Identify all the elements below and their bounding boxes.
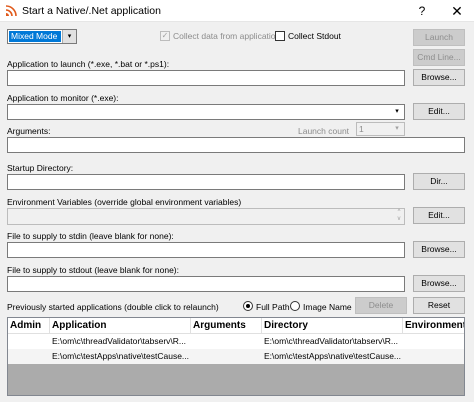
browse-app-button[interactable]: Browse...	[413, 69, 465, 86]
launch-count-combo[interactable]: 1 ▾	[356, 122, 405, 136]
collect-data-label: Collect data from application	[173, 31, 281, 41]
history-table[interactable]: Admin Application Arguments Directory En…	[7, 317, 465, 396]
collect-stdout-checkbox[interactable]	[275, 31, 285, 41]
startup-directory-label: Startup Directory:	[7, 163, 74, 173]
cmd-line-button[interactable]: Cmd Line...	[413, 49, 465, 66]
title-bar[interactable]: Start a Native/.Net application ? ✕	[0, 0, 474, 22]
dir-button[interactable]: Dir...	[413, 173, 465, 190]
collect-stdout-label: Collect Stdout	[288, 31, 341, 41]
close-button[interactable]: ✕	[445, 2, 469, 20]
history-label: Previously started applications (double …	[7, 302, 219, 312]
cell-application: E:\om\c\threadValidator\tabserv\R...	[52, 336, 187, 346]
cell-directory: E:\om\c\threadValidator\tabserv\R...	[264, 336, 399, 346]
launch-count-label: Launch count	[298, 126, 350, 136]
mode-select-value: Mixed Mode	[9, 31, 61, 42]
collect-data-checkbox[interactable]: ✓	[160, 31, 170, 41]
column-header-application[interactable]: Application	[50, 318, 191, 334]
app-icon	[5, 4, 18, 17]
launch-count-value: 1	[359, 124, 364, 134]
environment-variables-label: Environment Variables (override global e…	[7, 197, 242, 207]
edit-environment-button[interactable]: Edit...	[413, 207, 465, 224]
cell-directory: E:\om\c\testApps\native\testCause...	[264, 351, 402, 361]
app-to-monitor-label: Application to monitor (*.exe):	[7, 93, 119, 103]
table-row[interactable]: E:\om\c\testApps\native\testCause... E:\…	[8, 349, 464, 364]
chevron-down-icon[interactable]: ▾	[62, 30, 76, 43]
column-header-directory[interactable]: Directory	[262, 318, 403, 334]
column-header-arguments[interactable]: Arguments	[191, 318, 262, 334]
app-to-monitor-combo[interactable]: ▾	[7, 104, 405, 120]
stdout-label: File to supply to stdout (leave blank fo…	[7, 265, 179, 275]
cell-arguments	[191, 349, 262, 364]
stdout-input[interactable]	[7, 276, 405, 292]
app-to-launch-label: Application to launch (*.exe, *.bat or *…	[7, 59, 170, 69]
cell-arguments	[191, 334, 262, 349]
table-header: Admin Application Arguments Directory En…	[8, 318, 464, 334]
cell-admin	[8, 349, 50, 364]
image-name-label: Image Name	[303, 302, 352, 312]
radio-selected-dot	[246, 304, 250, 308]
chevron-down-icon[interactable]: ▾	[390, 123, 404, 135]
table-row[interactable]: E:\om\c\threadValidator\tabserv\R... E:\…	[8, 334, 464, 349]
cell-admin	[8, 334, 50, 349]
startup-directory-input[interactable]	[7, 174, 405, 190]
reset-button[interactable]: Reset	[413, 297, 465, 314]
column-header-environment[interactable]: Environment	[403, 318, 464, 334]
launch-button[interactable]: Launch	[413, 29, 465, 46]
image-name-radio[interactable]	[290, 301, 300, 311]
scroll-down-icon[interactable]: v	[395, 216, 403, 222]
browse-stdin-button[interactable]: Browse...	[413, 241, 465, 258]
window-title: Start a Native/.Net application	[22, 5, 161, 17]
delete-button[interactable]: Delete	[355, 297, 407, 314]
arguments-label: Arguments:	[7, 126, 51, 136]
browse-stdout-button[interactable]: Browse...	[413, 275, 465, 292]
scroll-up-icon[interactable]: ^	[395, 209, 403, 215]
full-path-radio[interactable]	[243, 301, 253, 311]
stdin-label: File to supply to stdin (leave blank for…	[7, 231, 174, 241]
cell-application: E:\om\c\testApps\native\testCause...	[52, 351, 190, 361]
stdin-input[interactable]	[7, 242, 405, 258]
cell-environment	[403, 334, 464, 349]
edit-monitor-button[interactable]: Edit...	[413, 103, 465, 120]
cell-environment	[403, 349, 464, 364]
arguments-input[interactable]	[7, 137, 465, 153]
chevron-down-icon[interactable]: ▾	[390, 105, 404, 119]
full-path-label: Full Path	[256, 302, 290, 312]
help-button[interactable]: ?	[410, 3, 434, 19]
app-to-launch-input[interactable]	[7, 70, 405, 86]
column-header-admin[interactable]: Admin	[8, 318, 50, 334]
environment-variables-input[interactable]: ^ v	[7, 208, 405, 225]
mode-select[interactable]: Mixed Mode ▾	[7, 29, 77, 44]
